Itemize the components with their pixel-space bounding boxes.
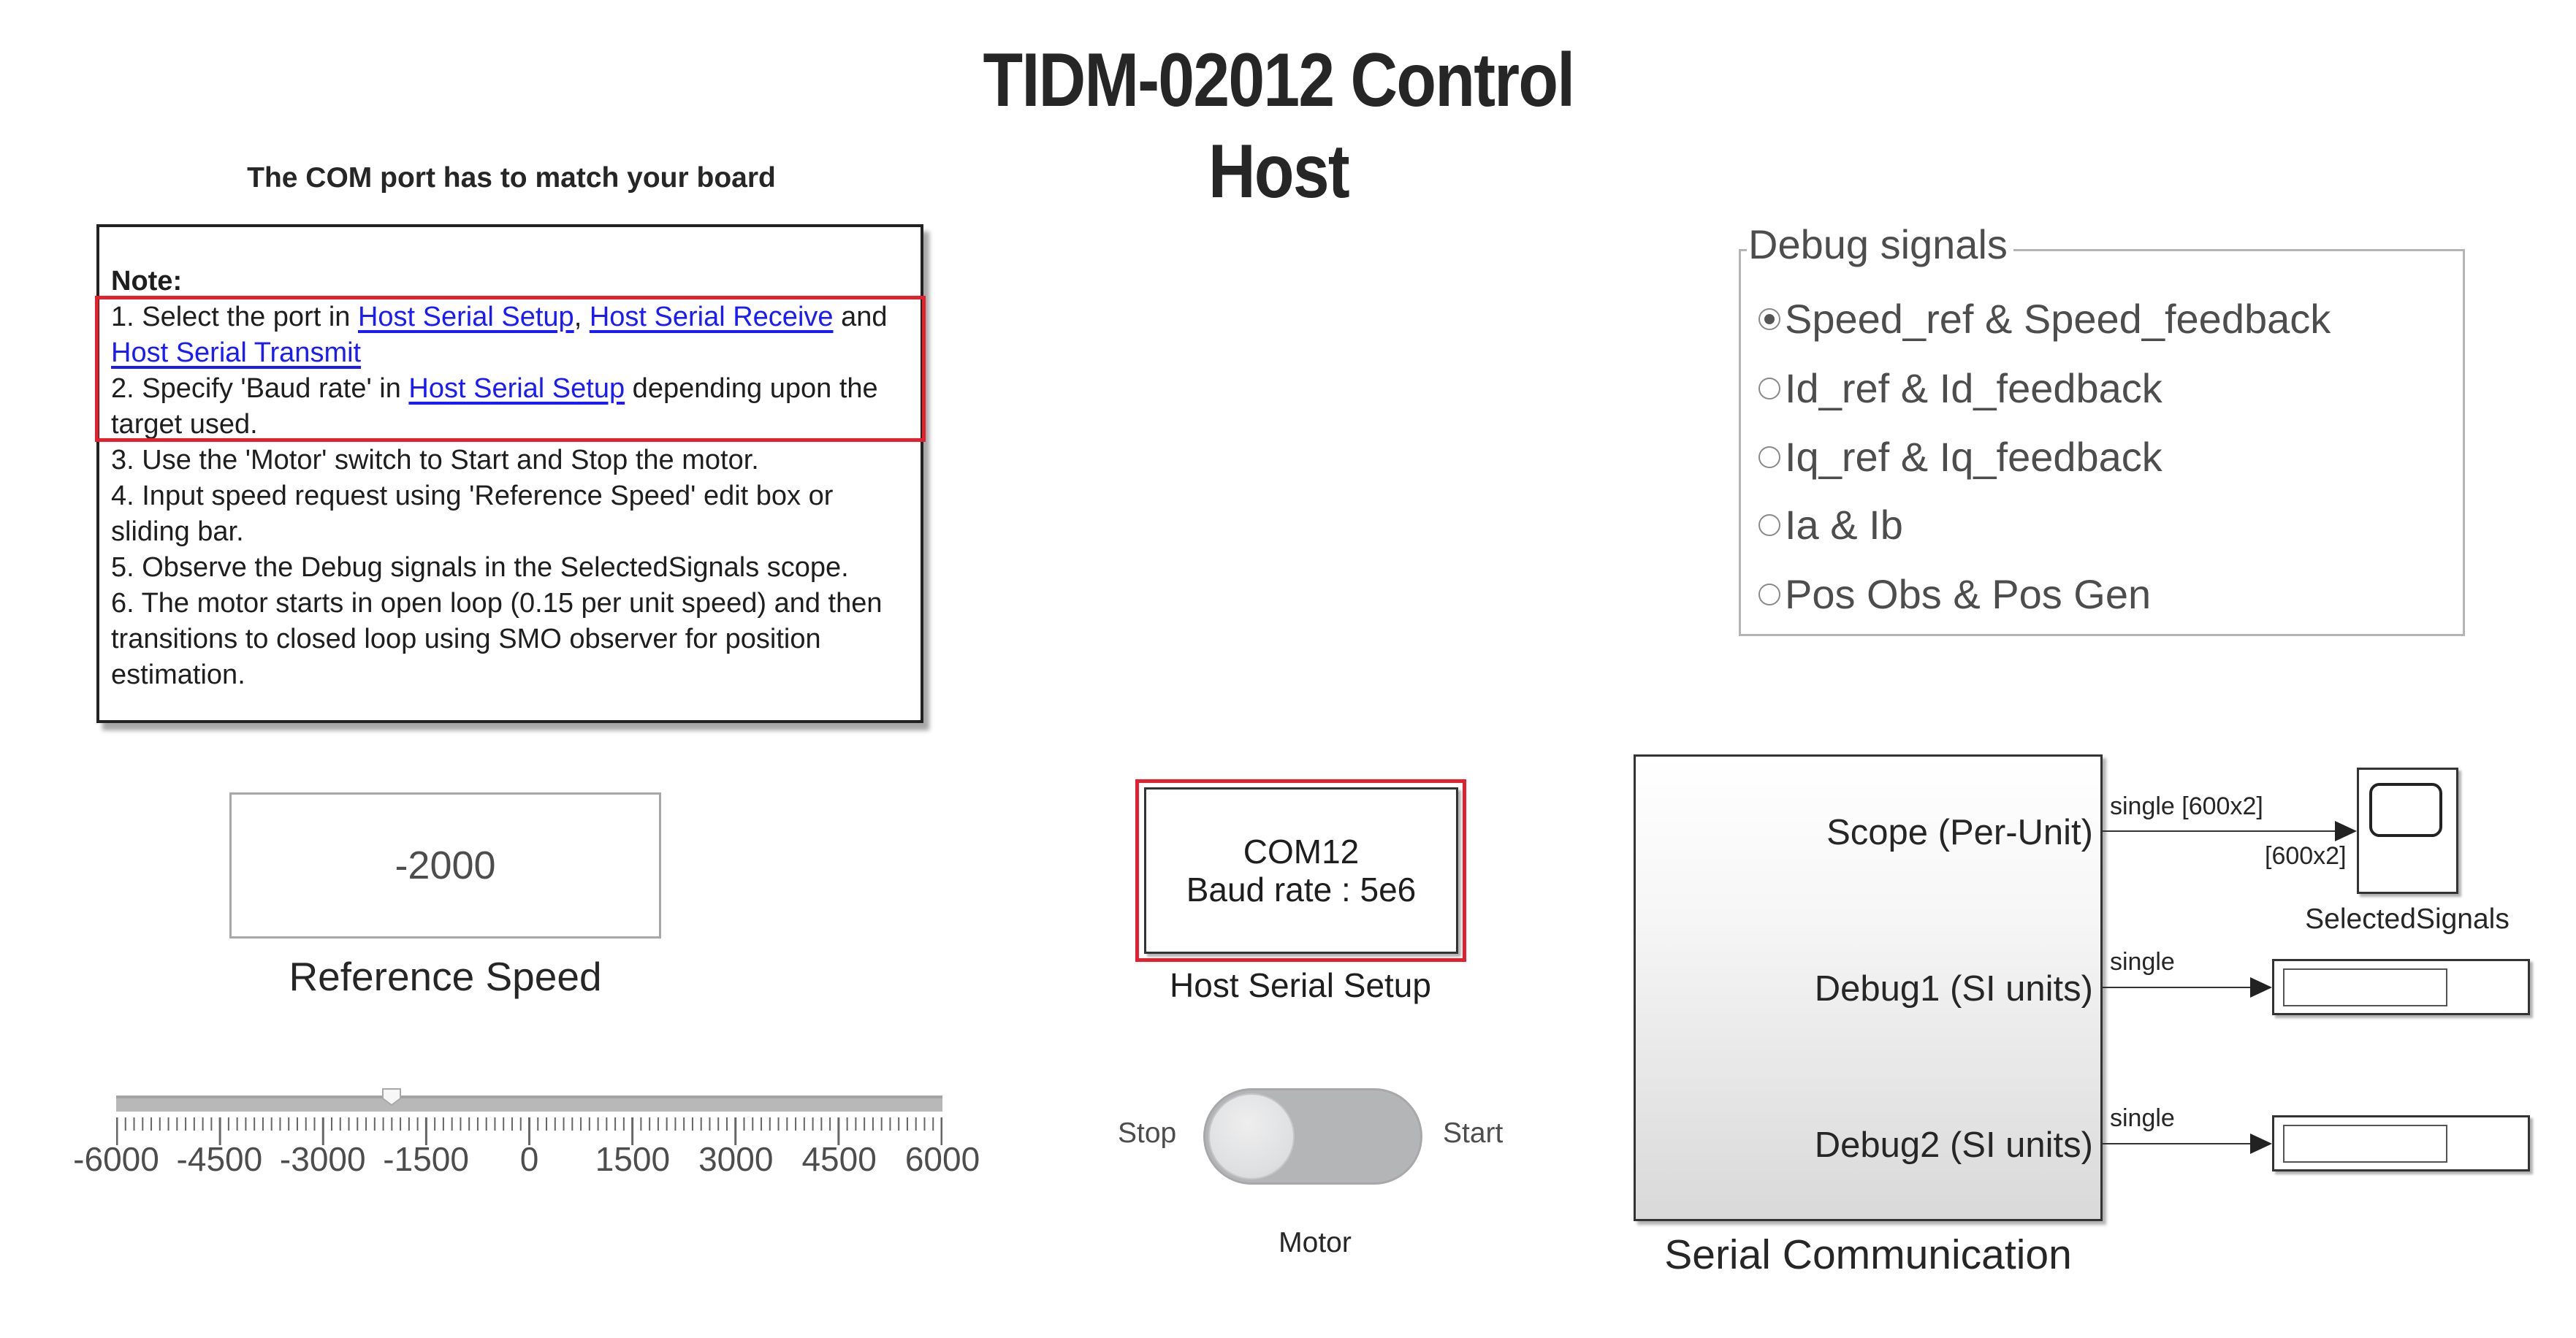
signal-line-debug2[interactable] — [2103, 1143, 2250, 1144]
slider-tick-label: -6000 — [73, 1140, 159, 1178]
note-text-span: 3. Use the 'Motor' switch to Start and S… — [111, 445, 759, 475]
note-line: transitions to closed loop using SMO obs… — [111, 622, 913, 657]
note-text-span: , — [573, 302, 590, 332]
slider-tick-label: -1500 — [383, 1140, 469, 1178]
note-text-span: 6. The motor starts in open loop (0.15 p… — [111, 588, 883, 619]
note-line: 5. Observe the Debug signals in the Sele… — [111, 550, 913, 586]
block-link[interactable]: Host Serial Transmit — [111, 337, 361, 368]
scope-screen-icon — [2369, 783, 2442, 837]
reference-speed-value[interactable]: -2000 — [395, 843, 495, 888]
slider-tick-label: 1500 — [595, 1140, 671, 1178]
debug-signals-radio-group: Debug signals Speed_ref & Speed_feedback… — [1739, 221, 2465, 636]
radio-button-icon[interactable] — [1758, 583, 1780, 605]
arrow-head-icon — [2250, 977, 2272, 998]
motor-toggle-knob[interactable] — [1208, 1093, 1295, 1180]
reference-speed-edit-box[interactable]: -2000 — [229, 792, 661, 938]
radio-option-ia-ib[interactable]: Ia & Ib — [1758, 501, 1903, 548]
radio-label: Speed_ref & Speed_feedback — [1785, 296, 2331, 342]
scope-label: SelectedSignals — [2305, 903, 2510, 935]
scope-block[interactable] — [2357, 768, 2458, 894]
port-label-debug2: Debug2 (SI units) — [1814, 1125, 2093, 1165]
radio-label: Pos Obs & Pos Gen — [1785, 571, 2152, 617]
note-text-span: 4. Input speed request using 'Reference … — [111, 481, 834, 511]
note-text-span: sliding bar. — [111, 516, 244, 547]
port-label-scope: Scope (Per-Unit) — [1826, 813, 2093, 852]
serial-communication-label: Serial Communication — [1664, 1231, 2072, 1278]
note-line: 3. Use the 'Motor' switch to Start and S… — [111, 443, 913, 478]
port-label-debug1: Debug1 (SI units) — [1814, 969, 2093, 1009]
slider-tick-label: 3000 — [698, 1140, 774, 1178]
radio-label: Id_ref & Id_feedback — [1785, 365, 2162, 411]
motor-stop-label: Stop — [1118, 1117, 1177, 1149]
motor-label: Motor — [1279, 1227, 1352, 1258]
arrow-head-icon — [2335, 821, 2357, 841]
radio-button-icon[interactable] — [1758, 377, 1780, 400]
signal-line-scope[interactable] — [2103, 830, 2335, 832]
motor-toggle-switch[interactable] — [1203, 1088, 1422, 1185]
note-line: 2. Specify 'Baud rate' in Host Serial Se… — [111, 371, 913, 407]
note-line: target used. — [111, 407, 913, 443]
baud-rate-value: Baud rate : 5e6 — [1186, 871, 1417, 909]
note-text-span: depending upon the — [625, 373, 878, 404]
note-line: 1. Select the port in Host Serial Setup,… — [111, 299, 913, 335]
note-heading: Note: — [111, 266, 183, 297]
radio-button-icon[interactable] — [1758, 446, 1780, 468]
note-text-span: 5. Observe the Debug signals in the Sele… — [111, 552, 849, 583]
note-text-span: 1. Select the port in — [111, 302, 358, 332]
signal-label-scope: single [600x2] — [2110, 792, 2263, 820]
note-text: Note: 1. Select the port in Host Serial … — [111, 264, 913, 693]
note-text-span: estimation. — [111, 660, 245, 690]
debug-signals-legend: Debug signals — [1747, 221, 2013, 268]
com-port-hint: The COM port has to match your board — [247, 162, 776, 194]
com-port-value: COM12 — [1243, 833, 1360, 871]
note-line: estimation. — [111, 657, 913, 693]
block-link[interactable]: Host Serial Receive — [590, 302, 834, 332]
note-annotation: Note: 1. Select the port in Host Serial … — [96, 224, 923, 723]
display-block-debug1[interactable] — [2272, 959, 2530, 1015]
slider-tick-label: 0 — [519, 1140, 539, 1178]
slider-thumb-handle[interactable] — [382, 1088, 401, 1106]
radio-button-icon[interactable] — [1758, 513, 1780, 536]
slider-tick-label: -3000 — [279, 1140, 366, 1178]
note-text-span: 2. Specify 'Baud rate' in — [111, 373, 409, 404]
radio-label: Ia & Ib — [1785, 502, 1903, 548]
serial-communication-block[interactable]: Scope (Per-Unit) Debug1 (SI units) Debug… — [1634, 754, 2103, 1221]
signal-dims-scope: [600x2] — [2265, 842, 2347, 870]
host-serial-setup-label: Host Serial Setup — [1170, 966, 1431, 1004]
radio-label: Iq_ref & Iq_feedback — [1785, 434, 2162, 480]
radio-option-id[interactable]: Id_ref & Id_feedback — [1758, 364, 2162, 412]
slider-tick-label: 6000 — [904, 1140, 980, 1178]
motor-start-label: Start — [1443, 1117, 1504, 1149]
display-value-field — [2283, 968, 2447, 1006]
radio-button-icon[interactable] — [1758, 307, 1780, 330]
reference-speed-label: Reference Speed — [289, 954, 602, 999]
slider-tick-label: -4500 — [176, 1140, 263, 1178]
note-line: 4. Input speed request using 'Reference … — [111, 478, 913, 514]
page-title-line2: Host — [1208, 129, 1350, 214]
note-text-span: transitions to closed loop using SMO obs… — [111, 624, 821, 654]
signal-label-debug2: single — [2110, 1104, 2175, 1132]
note-line: 6. The motor starts in open loop (0.15 p… — [111, 586, 913, 622]
page-title-line1: TIDM-02012 Control — [983, 38, 1576, 123]
host-serial-setup-block[interactable]: COM12 Baud rate : 5e6 — [1144, 787, 1458, 954]
arrow-head-icon — [2250, 1134, 2272, 1154]
display-block-debug2[interactable] — [2272, 1115, 2530, 1171]
slider-tick-label: 4500 — [801, 1140, 877, 1178]
radio-option-pos[interactable]: Pos Obs & Pos Gen — [1758, 570, 2151, 618]
note-line: Host Serial Transmit — [111, 335, 913, 371]
radio-option-speed[interactable]: Speed_ref & Speed_feedback — [1758, 295, 2331, 343]
radio-option-iq[interactable]: Iq_ref & Iq_feedback — [1758, 433, 2162, 481]
display-value-field — [2283, 1125, 2447, 1163]
block-link[interactable]: Host Serial Setup — [408, 373, 625, 404]
note-lines: 1. Select the port in Host Serial Setup,… — [111, 299, 913, 693]
signal-line-debug1[interactable] — [2103, 987, 2250, 988]
note-text-span: target used. — [111, 409, 258, 440]
note-text-span: and — [833, 302, 888, 332]
note-line: sliding bar. — [111, 514, 913, 550]
signal-label-debug1: single — [2110, 948, 2175, 976]
block-link[interactable]: Host Serial Setup — [358, 302, 574, 332]
speed-slider-track[interactable] — [116, 1088, 942, 1112]
